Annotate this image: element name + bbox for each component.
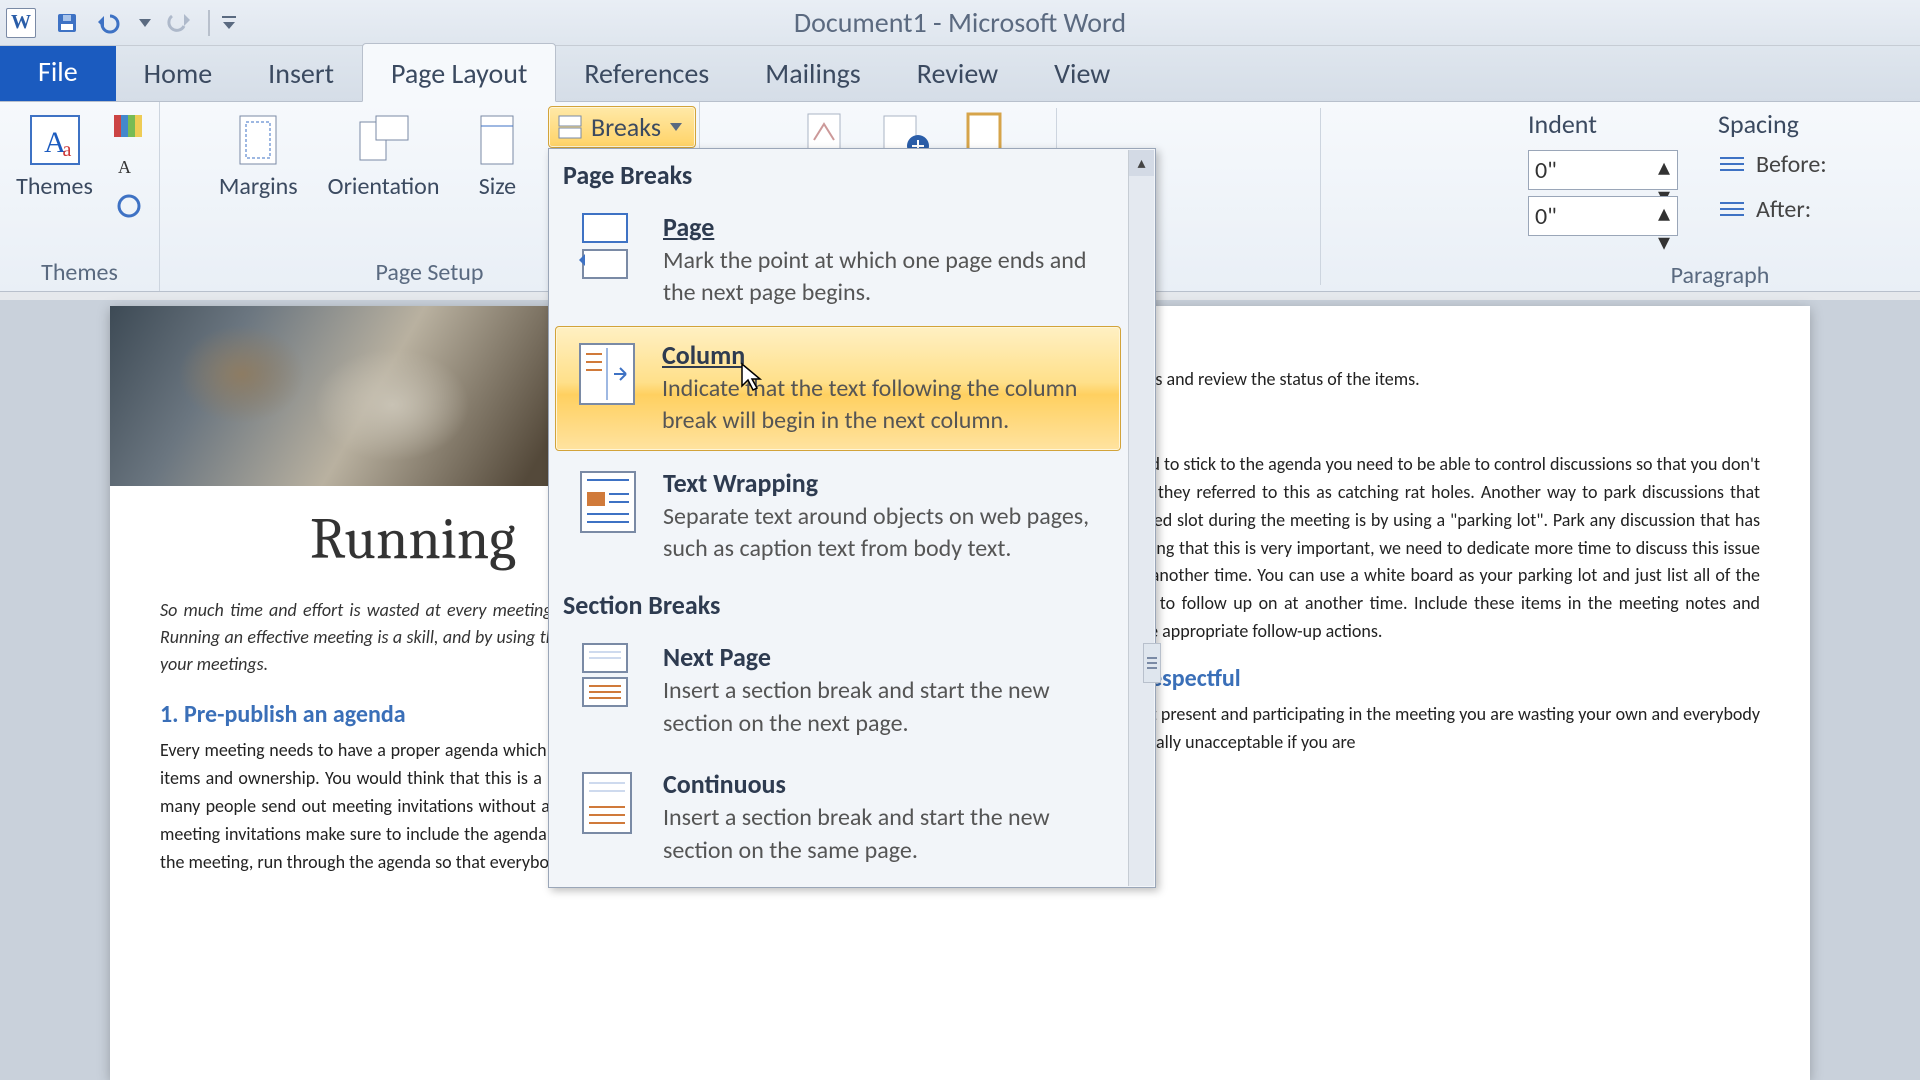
group-label-page-setup: Page Setup — [376, 258, 484, 287]
ribbon-tabs: File Home Insert Page Layout References … — [0, 46, 1920, 102]
chevron-down-icon — [669, 122, 683, 132]
themes-button[interactable]: Aa Themes — [8, 108, 101, 204]
undo-button[interactable] — [90, 6, 132, 40]
spacing-before-icon — [1718, 154, 1746, 176]
menu-item-continuous[interactable]: Continuous Insert a section break and st… — [549, 754, 1127, 881]
column-break-icon — [572, 339, 642, 409]
save-button[interactable] — [46, 6, 88, 40]
app-icon: W — [6, 8, 36, 38]
spinner-up-icon[interactable]: ▴ — [1653, 199, 1675, 228]
indent-heading: Indent — [1528, 108, 1678, 140]
svg-text:A: A — [118, 157, 131, 177]
breaks-icon — [557, 114, 583, 140]
quick-access-toolbar — [46, 6, 240, 40]
customize-qat-dropdown[interactable] — [218, 6, 240, 40]
breaks-button[interactable]: Breaks — [548, 106, 696, 148]
menu-section-section-breaks: Section Breaks — [549, 579, 1127, 627]
continuous-icon — [573, 768, 643, 838]
margins-button[interactable]: Margins — [211, 108, 306, 204]
group-divider — [1320, 108, 1321, 285]
spacing-after-icon — [1718, 199, 1746, 221]
next-page-icon — [573, 641, 643, 711]
redo-button[interactable] — [158, 6, 200, 40]
orientation-icon — [356, 112, 412, 168]
tab-insert[interactable]: Insert — [240, 44, 362, 101]
group-label-themes: Themes — [41, 258, 118, 287]
svg-text:a: a — [62, 139, 71, 161]
undo-dropdown[interactable] — [134, 6, 156, 40]
tab-review[interactable]: Review — [889, 44, 1026, 101]
menu-item-text-wrapping-break[interactable]: Text Wrapping Separate text around objec… — [549, 453, 1127, 580]
size-button[interactable]: Size — [461, 108, 533, 204]
menu-scrollbar[interactable]: ▴ — [1128, 150, 1154, 886]
menu-item-page-break[interactable]: Page Mark the point at which one page en… — [549, 197, 1127, 324]
tab-page-layout[interactable]: Page Layout — [362, 43, 556, 102]
spinner-down-icon[interactable]: ▾ — [1653, 228, 1675, 257]
indent-left-input[interactable]: 0" ▴▾ — [1528, 150, 1678, 190]
text-wrapping-icon — [573, 467, 643, 537]
breaks-dropdown: ▴ Page Breaks Page Mark the point at whi… — [548, 148, 1156, 888]
splitter-handle[interactable] — [1143, 643, 1161, 683]
window-title: Document1 - Microsoft Word — [0, 5, 1920, 40]
spacing-after-label: After: — [1756, 195, 1811, 224]
menu-section-page-breaks: Page Breaks — [549, 149, 1127, 197]
themes-options: A — [107, 108, 151, 224]
group-paragraph: Indent 0" ▴▾ 0" ▴▾ Spacing Before: — [1520, 102, 1920, 292]
title-bar: W Document1 - Microsoft Word — [0, 0, 1920, 46]
tab-home[interactable]: Home — [116, 44, 241, 101]
group-label-paragraph: Paragraph — [1528, 261, 1912, 290]
document-image — [110, 306, 580, 486]
margins-icon — [230, 112, 286, 168]
tab-view[interactable]: View — [1026, 44, 1138, 101]
indent-right-input[interactable]: 0" ▴▾ — [1528, 196, 1678, 236]
theme-fonts-button[interactable]: A — [107, 148, 151, 184]
spacing-heading: Spacing — [1718, 108, 1827, 140]
qat-separator — [208, 10, 210, 36]
tab-mailings[interactable]: Mailings — [737, 44, 888, 101]
tab-file[interactable]: File — [0, 42, 116, 101]
group-themes: Aa Themes A Themes — [0, 102, 160, 291]
spinner-up-icon[interactable]: ▴ — [1653, 153, 1675, 182]
theme-effects-button[interactable] — [107, 188, 151, 224]
spacing-before-label: Before: — [1756, 150, 1827, 179]
tab-references[interactable]: References — [556, 44, 737, 101]
size-icon — [469, 112, 525, 168]
menu-item-next-page[interactable]: Next Page Insert a section break and sta… — [549, 627, 1127, 754]
theme-colors-button[interactable] — [107, 108, 151, 144]
menu-item-column-break[interactable]: Column Indicate that the text following … — [555, 326, 1121, 451]
scroll-up-icon[interactable]: ▴ — [1129, 150, 1154, 176]
page-break-icon — [573, 211, 643, 281]
themes-icon: Aa — [27, 112, 83, 168]
orientation-button[interactable]: Orientation — [320, 108, 448, 204]
